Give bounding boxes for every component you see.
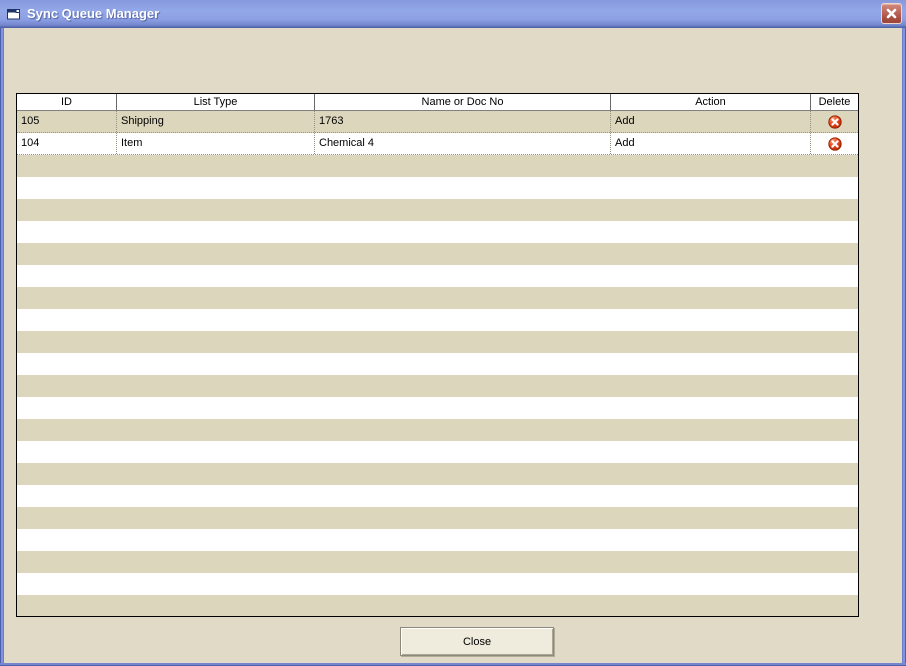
column-header-id: ID [17,94,117,110]
close-icon [886,8,897,19]
cell-action: Add [611,111,811,132]
cell-id: 104 [17,133,117,154]
titlebar[interactable]: Sync Queue Manager [0,0,906,28]
column-header-delete: Delete [818,96,851,108]
form-icon [6,6,21,21]
cell-list-type: Shipping [117,111,315,132]
column-header-name-or-doc-no: Name or Doc No [315,94,611,110]
table-row[interactable]: 105 Shipping 1763 Add [17,111,858,133]
window-border-right [902,28,906,666]
grid-header: ID List Type Name or Doc No Action Delet… [17,94,858,111]
grid-empty-area [17,155,858,616]
column-header-list-type: List Type [117,94,315,110]
cell-name-or-doc-no: Chemical 4 [315,133,611,154]
cell-action: Add [611,133,811,154]
table-row[interactable]: 104 Item Chemical 4 Add [17,133,858,155]
cell-delete [811,111,858,132]
close-window-button[interactable] [881,3,902,24]
sync-queue-manager-window: Sync Queue Manager ID List Type Name or … [0,0,906,666]
delete-icon[interactable] [827,136,842,151]
window-title: Sync Queue Manager [27,6,160,21]
close-button[interactable]: Close [400,627,554,656]
cell-name-or-doc-no: 1763 [315,111,611,132]
cell-delete [811,133,858,154]
cell-id: 105 [17,111,117,132]
delete-icon[interactable] [827,114,842,129]
grid-body: 105 Shipping 1763 Add 104 Item Chemical … [17,111,858,616]
sync-queue-grid: ID List Type Name or Doc No Action Delet… [16,93,859,617]
cell-list-type: Item [117,133,315,154]
column-header-action: Action [611,94,811,110]
window-border-left [0,28,4,666]
